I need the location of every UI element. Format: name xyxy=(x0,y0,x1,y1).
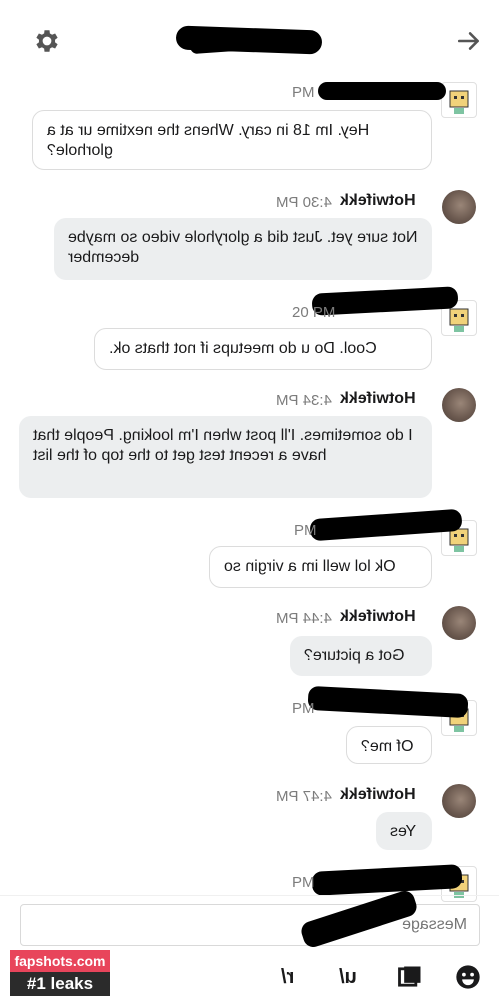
redacted-username xyxy=(318,82,446,100)
message-time: PM xyxy=(292,700,315,717)
message-bubble: Hey. Im 18 in cary. Whens the nextime ur… xyxy=(32,110,432,170)
message-bubble: Of me? xyxy=(346,726,432,764)
message-bubble: Got a picture? xyxy=(290,636,432,676)
message-bubble: Yes xyxy=(376,812,432,850)
user-button[interactable]: u/ xyxy=(334,963,362,991)
sender-name: Hotwifekk xyxy=(340,192,416,209)
message-time: 4:47 PM xyxy=(276,788,332,805)
avatar xyxy=(442,784,476,818)
message-bubble: Not sure yet. Just did a gloryhole video… xyxy=(54,218,432,280)
redacted-username xyxy=(311,864,463,896)
sender-name: Hotwifekk xyxy=(340,608,416,625)
watermark: fapshots.com #1 leaks xyxy=(10,950,110,998)
divider xyxy=(0,895,499,896)
watermark-tagline: #1 leaks xyxy=(10,972,110,996)
message-text: I do sometimes. I'll post when I'm looki… xyxy=(33,427,413,464)
avatar xyxy=(442,388,476,422)
message-time: 4:34 PM xyxy=(276,392,332,409)
message-text: Got a picture? xyxy=(304,647,405,664)
avatar xyxy=(441,82,477,118)
message-text: Not sure yet. Just did a gloryhole video… xyxy=(68,229,418,266)
message-bubble: Cool. Do u do meetups if not thats ok. xyxy=(94,328,432,370)
message-time: PM xyxy=(292,874,315,891)
message-text: Hey. Im 18 in cary. Whens the nextime ur… xyxy=(47,122,370,159)
message-text: Ok lol well im a virgin so xyxy=(224,558,396,575)
message-time: 4:30 PM xyxy=(276,194,332,211)
message-time: PM xyxy=(294,522,317,539)
gear-icon[interactable] xyxy=(32,26,62,56)
message-text: Cool. Do u do meetups if not thats ok. xyxy=(109,340,377,357)
watermark-site: fapshots.com xyxy=(10,950,110,972)
avatar xyxy=(442,190,476,224)
sender-name: Hotwifekk xyxy=(340,786,416,803)
message-bubble: Ok lol well im a virgin so xyxy=(209,546,432,588)
avatar xyxy=(442,606,476,640)
chat-header xyxy=(0,0,499,72)
sender-name: Hotwifekk xyxy=(340,390,416,407)
message-time: 20 PM xyxy=(292,304,336,321)
message-text: Yes xyxy=(390,823,417,840)
image-icon[interactable] xyxy=(396,963,424,991)
subreddit-button[interactable]: r/ xyxy=(274,963,302,991)
redacted-username xyxy=(307,685,469,719)
message-text: Of me? xyxy=(361,738,414,755)
arrow-icon[interactable] xyxy=(456,28,482,54)
message-time: PM xyxy=(292,84,315,101)
message-time: 4:44 PM xyxy=(276,610,332,627)
emoji-icon[interactable] xyxy=(454,963,482,991)
redacted-username xyxy=(309,508,463,542)
message-bubble: I do sometimes. I'll post when I'm looki… xyxy=(19,416,432,498)
